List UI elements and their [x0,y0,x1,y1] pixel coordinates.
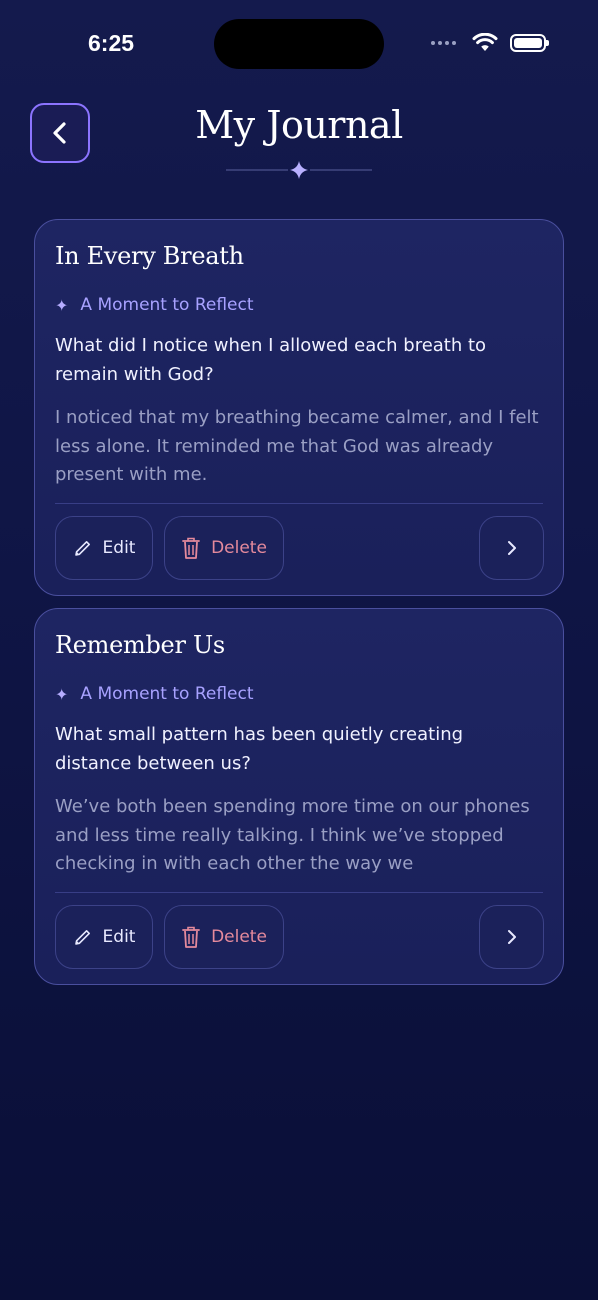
delete-button[interactable]: Delete [164,905,284,969]
journal-entry-card[interactable]: In Every Breath ✦ A Moment to Reflect Wh… [34,219,564,596]
title-ornament [226,160,372,180]
edit-label: Edit [102,538,136,558]
journal-entry-card[interactable]: Remember Us ✦ A Moment to Reflect What s… [34,608,564,985]
chevron-right-icon [505,539,519,557]
open-entry-button[interactable] [479,516,544,580]
entry-title: Remember Us [55,631,225,659]
status-bar: 6:25 [0,0,598,88]
cellular-signal-icon [431,40,456,45]
trash-icon [181,925,201,949]
pencil-icon [73,927,93,947]
entry-eyebrow-label: A Moment to Reflect [80,684,254,704]
entry-body: We’ve both been spending more time on ou… [55,796,530,874]
sparkle-icon: ✦ [55,684,69,704]
pencil-icon [73,538,93,558]
trash-icon [181,536,201,560]
entry-eyebrow: ✦ A Moment to Reflect [55,684,254,704]
wifi-icon [472,33,498,52]
delete-button[interactable]: Delete [164,516,284,580]
entry-eyebrow: ✦ A Moment to Reflect [55,295,254,315]
entry-prompt: What did I notice when I allowed each br… [55,335,487,385]
entry-title: In Every Breath [55,242,244,270]
status-time: 6:25 [88,30,135,56]
open-entry-button[interactable] [479,905,544,969]
entry-body: I noticed that my breathing became calme… [55,407,539,485]
delete-label: Delete [211,927,267,947]
delete-label: Delete [211,538,267,558]
battery-icon [510,33,549,52]
edit-button[interactable]: Edit [55,905,153,969]
chevron-right-icon [505,928,519,946]
dynamic-island [214,19,384,69]
entry-prompt: What small pattern has been quietly crea… [55,724,464,774]
sparkle-icon: ✦ [55,295,69,315]
divider [55,892,543,893]
status-icons [431,33,549,52]
divider [55,503,543,504]
edit-button[interactable]: Edit [55,516,153,580]
entry-eyebrow-label: A Moment to Reflect [80,295,254,315]
edit-label: Edit [102,927,136,947]
page-title: My Journal [195,103,403,147]
